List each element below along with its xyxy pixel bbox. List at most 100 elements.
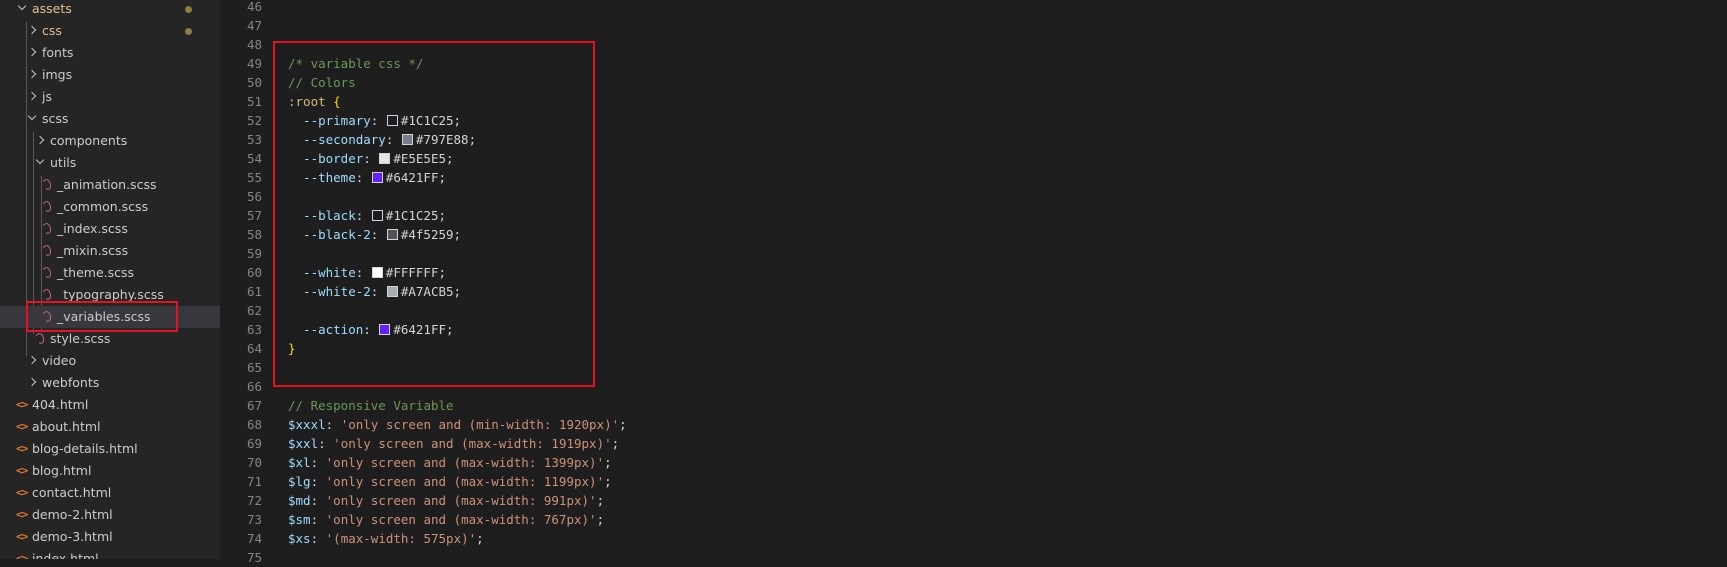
modified-indicator-icon	[185, 28, 192, 35]
chevron-down-icon[interactable]	[27, 111, 37, 121]
line-number: 51	[246, 94, 262, 109]
explorer-item-label: _index.scss	[57, 221, 128, 236]
line-number: 48	[246, 37, 262, 52]
explorer-item-about-html[interactable]: <> about.html	[0, 416, 220, 438]
code-line[interactable]: 74 $xs: '(max-width: 575px)';	[220, 529, 1720, 548]
explorer-item-imgs[interactable]: imgs	[0, 64, 220, 86]
line-number: 47	[246, 18, 262, 33]
code-text: $xxl: 'only screen and (max-width: 1919p…	[288, 436, 620, 451]
code-line[interactable]: 75	[220, 548, 1720, 567]
line-number: 75	[246, 550, 262, 565]
sass-file-icon	[41, 199, 53, 214]
line-number: 49	[246, 56, 262, 71]
explorer-item-label: blog-details.html	[32, 441, 138, 456]
line-number: 52	[246, 113, 262, 128]
code-text: $sm: 'only screen and (max-width: 767px)…	[288, 512, 605, 527]
explorer-item-label: scss	[42, 111, 69, 126]
explorer-item-utils[interactable]: utils	[0, 152, 220, 174]
html-file-icon: <>	[16, 420, 28, 433]
code-line[interactable]: 72 $md: 'only screen and (max-width: 991p…	[220, 491, 1720, 510]
explorer-item-label: about.html	[32, 419, 101, 434]
code-line[interactable]: 70 $xl: 'only screen and (max-width: 1399…	[220, 453, 1720, 472]
explorer-item-label: utils	[50, 155, 77, 170]
explorer-item-demo-2-html[interactable]: <> demo-2.html	[0, 504, 220, 526]
explorer-item-contact-html[interactable]: <> contact.html	[0, 482, 220, 504]
code-line[interactable]: 73 $sm: 'only screen and (max-width: 767p…	[220, 510, 1720, 529]
chevron-right-icon[interactable]	[27, 69, 37, 79]
html-file-icon: <>	[16, 508, 28, 521]
explorer-item-webfonts[interactable]: webfonts	[0, 372, 220, 394]
explorer-item-label: _common.scss	[57, 199, 149, 214]
explorer-item-index-html[interactable]: <> index.html	[0, 548, 220, 559]
explorer-item-theme-scss[interactable]: _theme.scss	[0, 262, 220, 284]
explorer-item-label: imgs	[42, 67, 73, 82]
chevron-right-icon[interactable]	[35, 135, 45, 145]
explorer-item-animation-scss[interactable]: _animation.scss	[0, 174, 220, 196]
code-line[interactable]: 47	[220, 16, 1720, 35]
explorer-item-label: 404.html	[32, 397, 89, 412]
line-number: 69	[246, 436, 262, 451]
explorer-item-common-scss[interactable]: _common.scss	[0, 196, 220, 218]
line-number: 68	[246, 417, 262, 432]
sass-file-icon	[41, 287, 53, 302]
code-line[interactable]: 67 // Responsive Variable	[220, 396, 1720, 415]
chevron-right-icon[interactable]	[27, 91, 37, 101]
html-file-icon: <>	[16, 530, 28, 543]
chevron-right-icon[interactable]	[27, 47, 37, 57]
html-file-icon: <>	[16, 486, 28, 499]
line-number: 62	[246, 303, 262, 318]
code-text: $xxxl: 'only screen and (min-width: 1920…	[288, 417, 627, 432]
line-number: 58	[246, 227, 262, 242]
explorer-item-index-scss[interactable]: _index.scss	[0, 218, 220, 240]
line-number: 61	[246, 284, 262, 299]
line-number: 50	[246, 75, 262, 90]
code-line[interactable]: 68 $xxxl: 'only screen and (min-width: 19…	[220, 415, 1720, 434]
explorer-item-label: fonts	[42, 45, 74, 60]
explorer-item-label: assets	[32, 1, 72, 16]
modified-indicator-icon	[185, 6, 192, 13]
explorer-item-demo-3-html[interactable]: <> demo-3.html	[0, 526, 220, 548]
line-number: 59	[246, 246, 262, 261]
code-text: $md: 'only screen and (max-width: 991px)…	[288, 493, 605, 508]
explorer-item-assets[interactable]: assets	[0, 0, 220, 20]
explorer-item-mixin-scss[interactable]: _mixin.scss	[0, 240, 220, 262]
line-number: 71	[246, 474, 262, 489]
sass-file-icon	[41, 243, 53, 258]
sass-file-icon	[41, 221, 53, 236]
chevron-right-icon[interactable]	[27, 377, 37, 387]
line-number: 65	[246, 360, 262, 375]
explorer-item-label: contact.html	[32, 485, 112, 500]
chevron-down-icon[interactable]	[17, 1, 27, 11]
chevron-right-icon[interactable]	[27, 355, 37, 365]
explorer-item-label: blog.html	[32, 463, 92, 478]
explorer-item-video[interactable]: video	[0, 350, 220, 372]
html-file-icon: <>	[16, 464, 28, 477]
explorer-item-blog-html[interactable]: <> blog.html	[0, 460, 220, 482]
code-line[interactable]: 69 $xxl: 'only screen and (max-width: 191…	[220, 434, 1720, 453]
explorer-item-404-html[interactable]: <> 404.html	[0, 394, 220, 416]
sass-file-icon	[34, 331, 46, 346]
code-line[interactable]: 71 $lg: 'only screen and (max-width: 1199…	[220, 472, 1720, 491]
explorer-item-label: components	[50, 133, 128, 148]
explorer-item-css[interactable]: css	[0, 20, 220, 42]
explorer-item-js[interactable]: js	[0, 86, 220, 108]
explorer-item-label: _animation.scss	[57, 177, 157, 192]
explorer-item-scss[interactable]: scss	[0, 108, 220, 130]
explorer-item-blog-details-html[interactable]: <> blog-details.html	[0, 438, 220, 460]
html-file-icon: <>	[16, 442, 28, 455]
explorer-item-components[interactable]: components	[0, 130, 220, 152]
line-number: 60	[246, 265, 262, 280]
html-file-icon: <>	[16, 398, 28, 411]
explorer-item-fonts[interactable]: fonts	[0, 42, 220, 64]
line-number: 56	[246, 189, 262, 204]
code-line[interactable]: 46	[220, 0, 1720, 16]
line-number: 66	[246, 379, 262, 394]
chevron-down-icon[interactable]	[35, 155, 45, 165]
explorer-item-label: js	[42, 89, 52, 104]
explorer-item-label: _mixin.scss	[57, 243, 129, 258]
line-number: 72	[246, 493, 262, 508]
line-number: 55	[246, 170, 262, 185]
line-number: 63	[246, 322, 262, 337]
chevron-right-icon[interactable]	[27, 25, 37, 35]
code-text: $lg: 'only screen and (max-width: 1199px…	[288, 474, 612, 489]
